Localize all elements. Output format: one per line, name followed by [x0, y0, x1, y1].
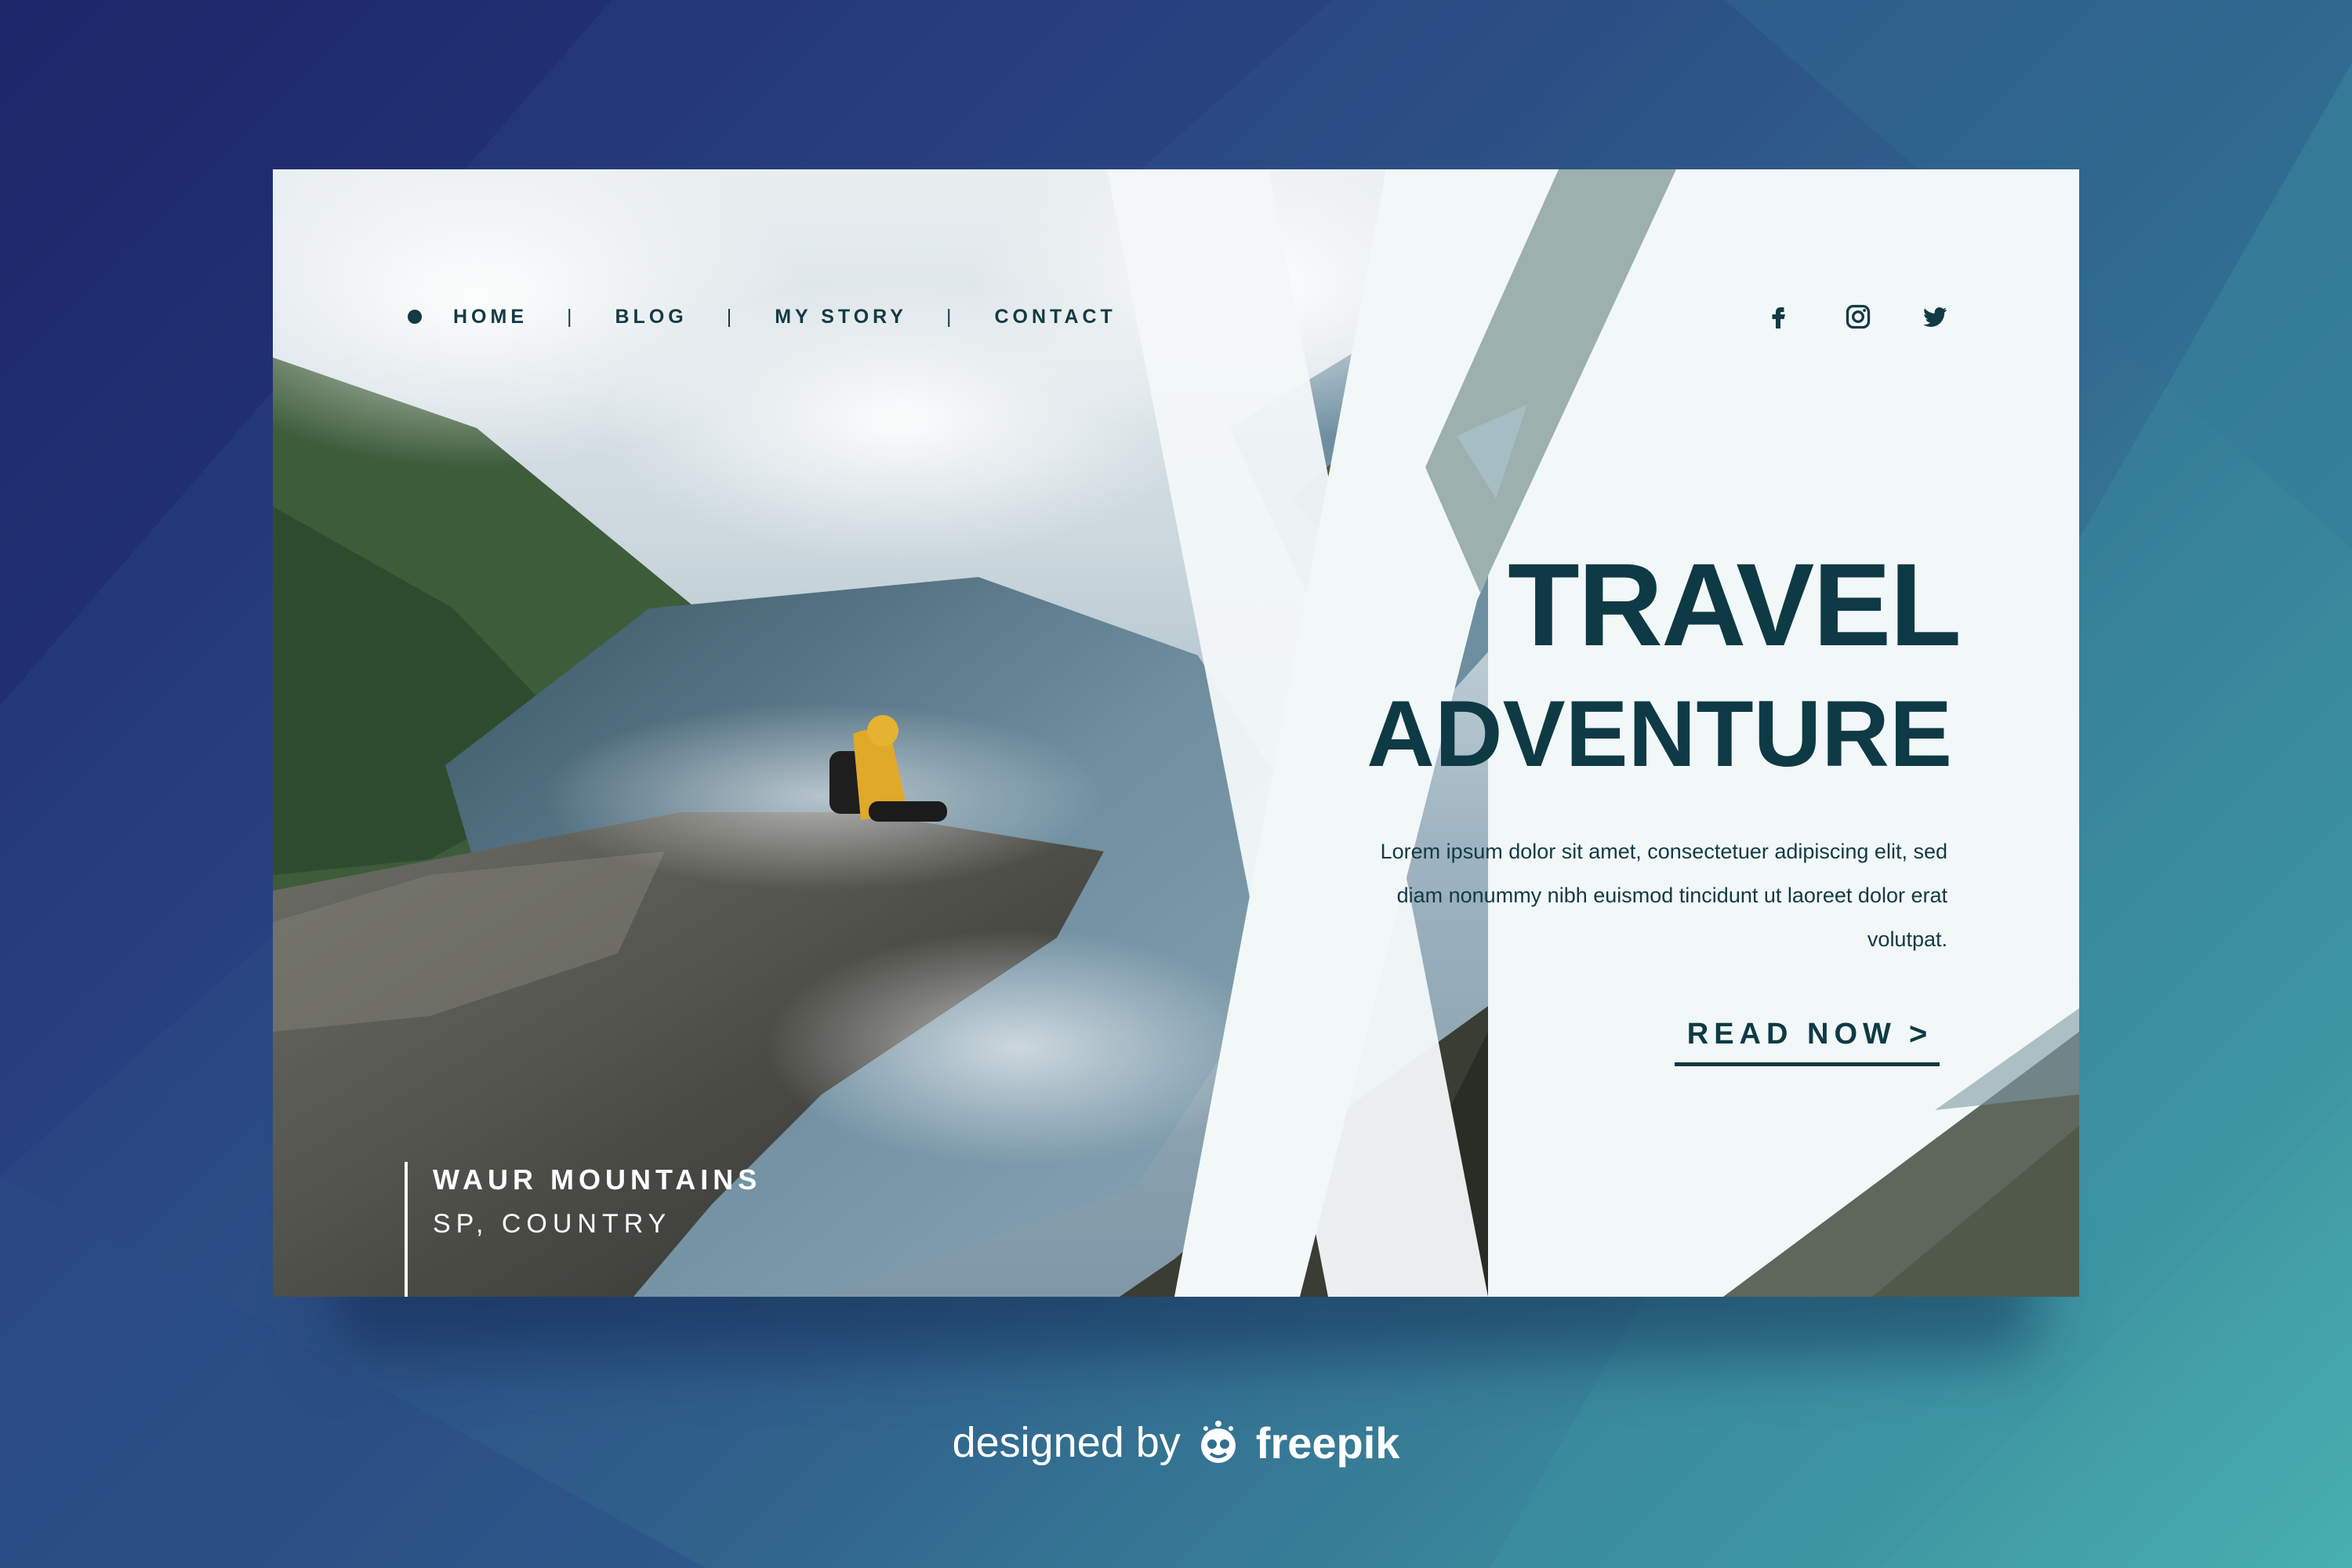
credit-prefix: designed by — [952, 1419, 1181, 1466]
credit-brand: freepik — [1255, 1417, 1400, 1468]
hero-title-line1: TRAVEL — [1508, 539, 1962, 670]
chevron-right-icon: > — [1908, 1017, 1928, 1051]
nav-blog-link[interactable]: BLOG — [615, 306, 688, 328]
twitter-icon[interactable] — [1921, 303, 1949, 331]
freepik-logo-icon — [1200, 1421, 1236, 1463]
read-now-button[interactable]: READ NOW > — [1675, 1007, 1940, 1066]
main-nav: HOME | BLOG | MY STORY | CONTACT — [408, 293, 1116, 340]
facebook-icon[interactable] — [1764, 303, 1792, 331]
designer-credit: designed by freepik — [0, 1411, 2352, 1474]
active-indicator-dot — [408, 310, 422, 324]
nav-contact-link[interactable]: CONTACT — [994, 306, 1116, 328]
instagram-icon[interactable] — [1844, 303, 1872, 331]
nav-home-link[interactable]: HOME — [453, 306, 528, 328]
location-divider — [405, 1162, 408, 1297]
nav-separator: | — [946, 305, 956, 328]
nav-separator: | — [567, 305, 576, 328]
location-name: WAUR MOUNTAINS — [433, 1163, 762, 1196]
read-now-label: READ NOW — [1686, 1018, 1896, 1051]
hero-title-line2: ADVENTURE — [1367, 681, 1952, 786]
nav-my-story-link[interactable]: MY STORY — [775, 306, 907, 328]
landing-card: HOME | BLOG | MY STORY | CONTACT TRAVEL … — [273, 169, 2079, 1297]
nav-separator: | — [726, 305, 736, 328]
location-country: SP, COUNTRY — [433, 1209, 672, 1239]
hero-description: Lorem ipsum dolor sit amet, consectetuer… — [1380, 840, 1947, 951]
